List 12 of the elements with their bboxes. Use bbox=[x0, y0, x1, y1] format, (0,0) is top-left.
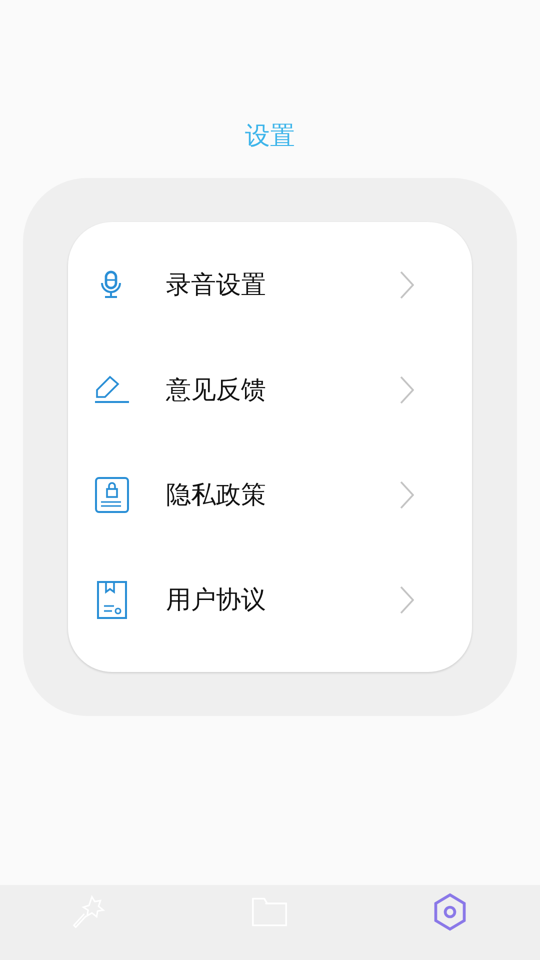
page-title: 设置 bbox=[245, 120, 295, 152]
document-icon bbox=[96, 580, 128, 620]
pencil-icon bbox=[94, 374, 130, 404]
menu-item[interactable]: 用户协议 bbox=[68, 547, 472, 652]
menu-item[interactable]: 意见反馈 bbox=[68, 337, 472, 442]
chevron-right-icon bbox=[400, 376, 414, 404]
chevron-right-icon bbox=[400, 270, 414, 298]
menu-item[interactable]: 隐私政策 bbox=[68, 442, 472, 547]
menu-item[interactable]: 录音设置 bbox=[68, 232, 472, 337]
chevron-right-icon bbox=[400, 480, 414, 508]
lock-document-icon bbox=[94, 476, 130, 514]
chevron-right-icon bbox=[400, 586, 414, 614]
